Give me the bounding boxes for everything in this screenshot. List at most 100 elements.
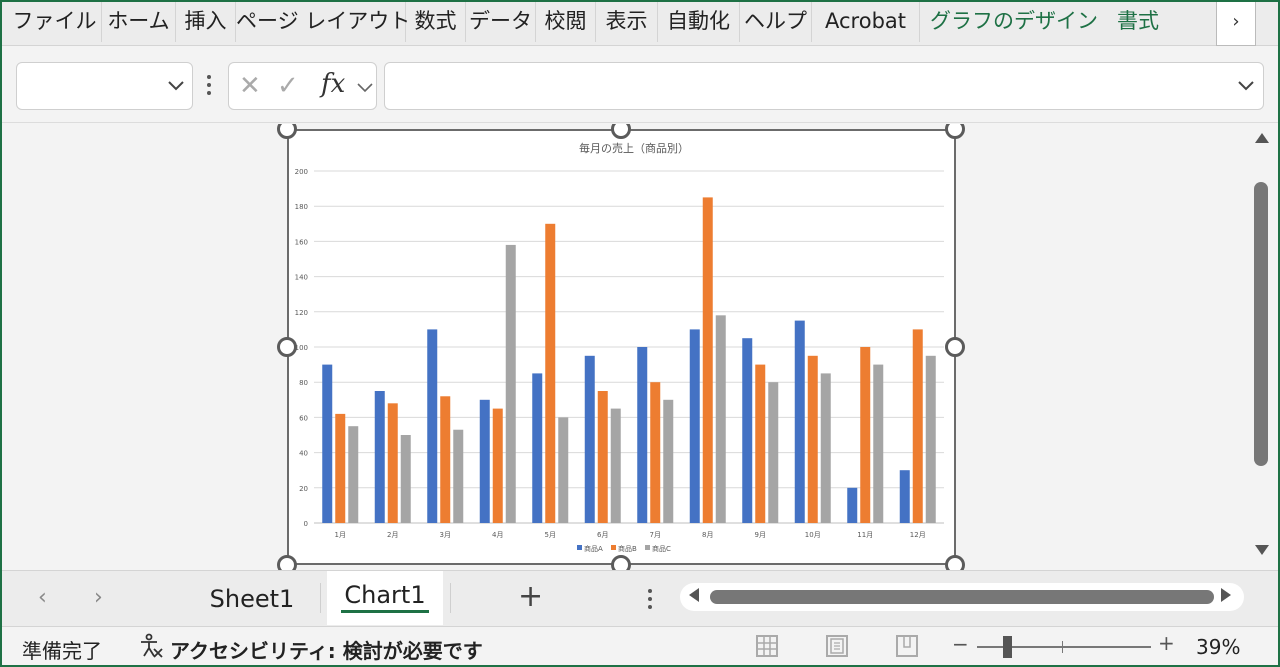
tab-divider	[320, 583, 321, 613]
resize-handle-bottom-left[interactable]	[277, 555, 297, 570]
more-options-icon[interactable]	[202, 75, 216, 99]
tab-data[interactable]: データ	[466, 0, 536, 42]
tab-chart-design[interactable]: グラフのデザイン	[930, 0, 1098, 42]
bar-商品A-11月	[847, 487, 858, 523]
insert-function-icon[interactable]: fx	[321, 69, 345, 99]
x-tick-label: 12月	[910, 531, 926, 539]
scroll-right-icon[interactable]	[1220, 587, 1232, 603]
sheet-tab-label: Sheet1	[209, 585, 295, 613]
bar-商品A-8月	[689, 329, 700, 523]
bar-商品C-2月	[400, 435, 411, 523]
y-tick-label: 80	[299, 379, 308, 387]
zoom-slider-thumb[interactable]	[1003, 636, 1012, 658]
name-box[interactable]	[16, 62, 193, 110]
accessibility-icon[interactable]	[138, 633, 164, 659]
page-break-preview-icon[interactable]	[896, 635, 918, 657]
bar-商品B-11月	[860, 347, 871, 523]
tab-review[interactable]: 校閲	[536, 0, 596, 42]
ribbon-tab-bar: ファイル ホーム 挿入 ページ レイアウト 数式 データ 校閲 表示 自動化 ヘ…	[0, 0, 1280, 46]
tab-automate[interactable]: 自動化	[658, 0, 740, 42]
tab-acrobat[interactable]: Acrobat	[812, 0, 920, 42]
x-tick-label: 8月	[702, 531, 713, 539]
add-sheet-icon[interactable]: +	[518, 579, 543, 614]
sheet-tab-chart1[interactable]: Chart1	[327, 571, 443, 625]
resize-handle-left[interactable]	[277, 337, 297, 357]
bar-商品A-3月	[427, 329, 438, 523]
zoom-slider-center-tick	[1062, 641, 1063, 653]
cancel-icon[interactable]: ✕	[239, 71, 261, 101]
bar-商品C-1月	[348, 426, 359, 523]
accessibility-status[interactable]: アクセシビリティ: 検討が必要です	[170, 635, 483, 664]
x-tick-label: 10月	[805, 531, 821, 539]
sheet-tab-bar: ‹ › Sheet1 Chart1 +	[0, 570, 1280, 626]
formula-input[interactable]	[384, 62, 1264, 110]
ribbon-more-button[interactable]: ›	[1216, 0, 1256, 46]
tab-page-layout[interactable]: ページ レイアウト	[236, 0, 410, 42]
chevron-down-icon[interactable]	[167, 80, 185, 92]
chart-title: 毎月の売上（商品別）	[579, 141, 689, 155]
expand-formula-icon[interactable]	[1237, 80, 1255, 92]
bar-商品C-4月	[505, 244, 516, 524]
bar-商品B-5月	[545, 223, 556, 524]
y-tick-label: 160	[295, 238, 308, 246]
resize-handle-top-right[interactable]	[945, 124, 965, 139]
x-tick-label: 11月	[857, 531, 873, 539]
x-tick-label: 6月	[597, 531, 608, 539]
enter-icon[interactable]: ✓	[277, 71, 299, 101]
bar-商品C-11月	[873, 364, 884, 523]
bar-商品C-6月	[610, 408, 621, 523]
vertical-scrollbar-thumb[interactable]	[1254, 182, 1268, 466]
bar-商品A-12月	[899, 470, 910, 523]
y-tick-label: 60	[299, 414, 308, 422]
tab-file[interactable]: ファイル	[8, 0, 102, 42]
scroll-up-icon[interactable]	[1254, 132, 1270, 144]
bar-商品C-9月	[768, 382, 779, 523]
bar-商品B-9月	[755, 364, 766, 523]
chevron-right-icon[interactable]: ›	[94, 585, 103, 610]
bar-商品B-8月	[702, 197, 713, 523]
tab-home[interactable]: ホーム	[102, 0, 176, 42]
zoom-in-button[interactable]: +	[1158, 631, 1175, 655]
y-tick-label: 40	[299, 450, 308, 458]
tab-formulas[interactable]: 数式	[406, 0, 466, 42]
sheet-tab-sheet1[interactable]: Sheet1	[196, 571, 308, 625]
tab-help[interactable]: ヘルプ	[740, 0, 812, 42]
normal-view-icon[interactable]	[756, 635, 778, 657]
tab-insert[interactable]: 挿入	[176, 0, 236, 42]
y-tick-label: 140	[295, 274, 308, 282]
chevron-down-icon[interactable]	[357, 83, 373, 93]
chevron-left-icon[interactable]: ‹	[38, 585, 47, 610]
chart-area[interactable]: 毎月の売上（商品別） 0 20 40 60 80 100 120 140 160 180 200 1月 2…	[287, 129, 956, 565]
legend-swatch	[577, 545, 582, 550]
legend-swatch	[611, 545, 616, 550]
chevron-right-icon: ›	[1232, 11, 1240, 32]
bar-商品A-5月	[532, 373, 543, 523]
bar-商品B-6月	[597, 391, 608, 523]
chart-sheet-area: 毎月の売上（商品別） 0 20 40 60 80 100 120 140 160 180 200 1月 2…	[2, 124, 1278, 570]
scroll-down-icon[interactable]	[1254, 544, 1270, 556]
x-tick-label: 7月	[650, 531, 661, 539]
bar-商品A-6月	[584, 355, 595, 523]
tab-divider	[450, 583, 451, 613]
resize-handle-bottom-right[interactable]	[945, 555, 965, 570]
resize-handle-bottom[interactable]	[611, 555, 631, 570]
page-layout-view-icon[interactable]	[826, 635, 848, 657]
tab-format[interactable]: 書式	[1108, 0, 1168, 42]
horizontal-scrollbar[interactable]	[680, 583, 1244, 611]
bar-商品B-3月	[440, 396, 451, 523]
bar-商品C-7月	[663, 399, 674, 523]
zoom-out-button[interactable]: −	[952, 632, 969, 656]
bar-chart: 毎月の売上（商品別）0204060801001201401601802001月 2…	[295, 141, 944, 553]
tab-view[interactable]: 表示	[596, 0, 658, 42]
bar-商品C-3月	[453, 429, 464, 523]
bar-商品C-5月	[558, 417, 569, 523]
horizontal-scrollbar-thumb[interactable]	[710, 590, 1214, 604]
resize-handle-right[interactable]	[945, 337, 965, 357]
scroll-left-icon[interactable]	[688, 587, 700, 603]
bar-商品B-7月	[650, 382, 661, 523]
x-tick-label: 1月	[335, 531, 346, 539]
more-options-icon[interactable]	[648, 589, 652, 613]
zoom-level[interactable]: 39%	[1196, 635, 1240, 659]
y-tick-label: 180	[295, 203, 308, 211]
bar-商品B-2月	[387, 403, 398, 523]
